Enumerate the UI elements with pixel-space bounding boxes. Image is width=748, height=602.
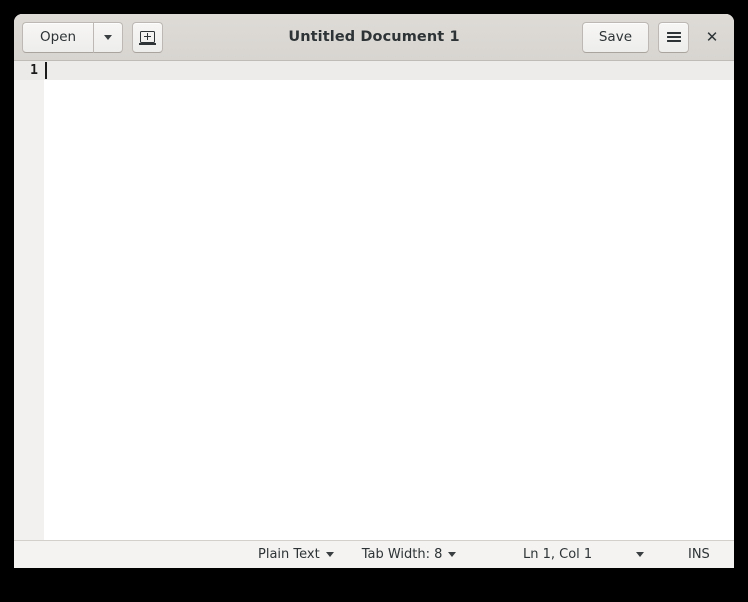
chevron-down-icon bbox=[104, 34, 113, 40]
language-label: Plain Text bbox=[258, 547, 320, 562]
open-button-label: Open bbox=[40, 29, 77, 45]
open-recent-dropdown-button[interactable] bbox=[93, 21, 124, 53]
chevron-down-icon bbox=[448, 552, 457, 557]
header-bar-left-controls: Open bbox=[22, 21, 164, 53]
tab-width-label: Tab Width: 8 bbox=[361, 547, 443, 562]
hamburger-menu-icon bbox=[666, 31, 681, 43]
line-number: 1 bbox=[30, 63, 38, 78]
save-button-label: Save bbox=[598, 29, 632, 45]
text-cursor bbox=[45, 62, 47, 79]
status-bar-left-group: Plain Text Tab Width: 8 bbox=[258, 547, 457, 562]
new-document-button[interactable] bbox=[132, 21, 164, 53]
window-title-text: Untitled Document 1 bbox=[288, 29, 460, 45]
insert-mode-label: INS bbox=[688, 547, 710, 562]
status-bar-position-group: Ln 1, Col 1 bbox=[523, 547, 645, 562]
header-bar: Open Untitled Document 1 Save ✕ bbox=[14, 14, 734, 61]
gutter-current-line-highlight bbox=[14, 61, 44, 80]
close-window-button[interactable]: ✕ bbox=[698, 23, 726, 51]
new-document-icon bbox=[139, 30, 157, 45]
insert-mode-indicator: INS bbox=[688, 547, 710, 562]
cursor-position-label: Ln 1, Col 1 bbox=[523, 547, 593, 562]
editor-area[interactable]: 1 bbox=[14, 61, 734, 540]
main-menu-button[interactable] bbox=[658, 21, 689, 53]
text-view[interactable] bbox=[44, 61, 734, 540]
chevron-down-icon bbox=[325, 552, 334, 557]
status-bar: Plain Text Tab Width: 8 Ln 1, Col 1 INS bbox=[14, 540, 734, 568]
header-bar-right-controls: Save ✕ bbox=[581, 21, 726, 53]
open-button[interactable]: Open bbox=[22, 21, 94, 53]
current-line-highlight bbox=[44, 61, 734, 80]
language-selector[interactable]: Plain Text bbox=[258, 547, 334, 562]
save-button[interactable]: Save bbox=[581, 21, 649, 53]
chevron-down-icon[interactable] bbox=[636, 552, 645, 557]
open-button-group: Open bbox=[22, 21, 124, 53]
gedit-window: Open Untitled Document 1 Save ✕ 1 Plain … bbox=[14, 14, 734, 568]
close-icon: ✕ bbox=[705, 27, 719, 46]
tab-width-selector[interactable]: Tab Width: 8 bbox=[362, 547, 457, 562]
line-number-gutter: 1 bbox=[14, 61, 44, 540]
